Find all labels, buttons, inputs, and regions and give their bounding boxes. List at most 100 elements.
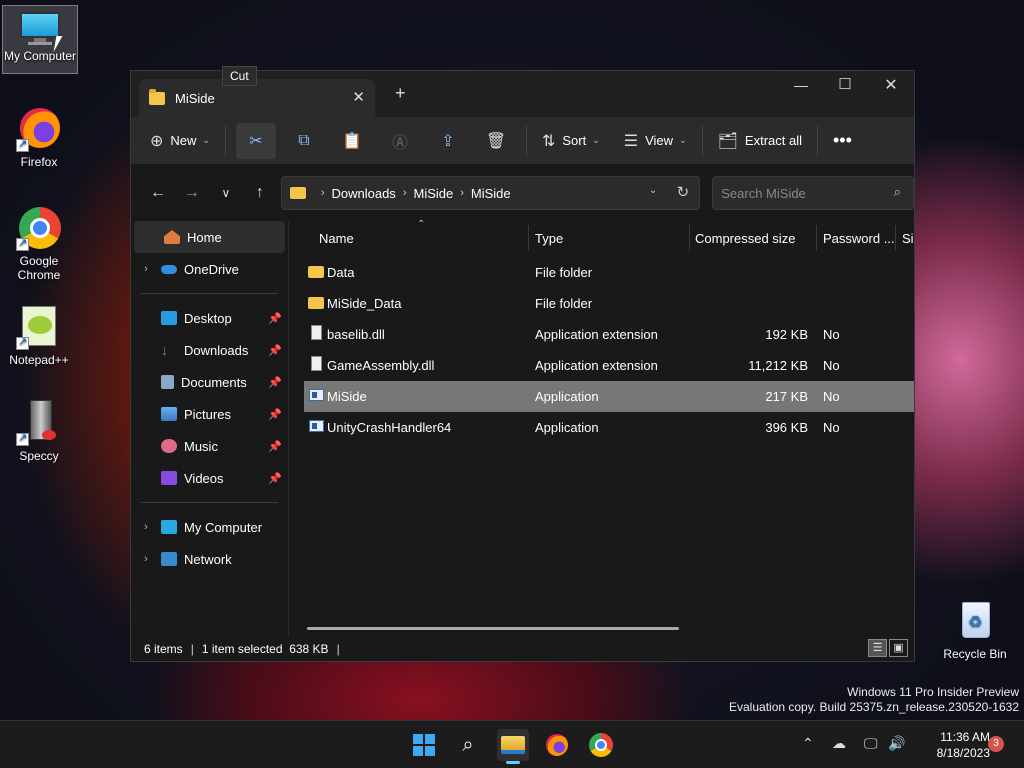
chevron-down-icon[interactable]: ⌄ bbox=[649, 185, 657, 196]
taskbar-firefox[interactable] bbox=[541, 729, 573, 761]
new-tab-button[interactable]: + bbox=[395, 83, 406, 104]
column-separator[interactable] bbox=[816, 225, 817, 251]
column-header-compressed-size[interactable]: Compressed size bbox=[695, 231, 795, 246]
file-row[interactable]: baselib.dll Application extension 192 KB… bbox=[289, 319, 914, 350]
minimize-button[interactable]: — bbox=[778, 77, 824, 93]
address-path[interactable]: › Downloads › MiSide › MiSide ⌄ ↻ bbox=[280, 176, 701, 210]
pin-icon: 📌 bbox=[268, 312, 282, 325]
breadcrumb-miside-current[interactable]: MiSide bbox=[471, 186, 511, 201]
firefox-icon bbox=[16, 106, 62, 152]
rename-button[interactable]: Ⓐ bbox=[380, 123, 420, 159]
copy-button[interactable]: ⧉ bbox=[284, 123, 324, 159]
view-lines-icon: ☰ bbox=[623, 132, 639, 150]
recent-locations-button[interactable]: ∨ bbox=[209, 186, 243, 200]
file-name: MiSide bbox=[327, 389, 367, 404]
chevron-right-icon[interactable]: › bbox=[131, 553, 161, 565]
up-button[interactable]: ↑ bbox=[243, 184, 277, 202]
file-name: baselib.dll bbox=[327, 327, 385, 342]
chevron-right-icon[interactable]: › bbox=[131, 263, 161, 275]
column-separator[interactable] bbox=[895, 225, 896, 251]
tab-miside[interactable]: MiSide ✕ bbox=[139, 79, 375, 117]
details-view-button[interactable]: ☰ bbox=[868, 639, 887, 657]
notification-badge[interactable]: 3 bbox=[988, 736, 1004, 752]
desktop-icon-my-computer[interactable]: My Computer bbox=[2, 5, 78, 74]
sidebar-item-pictures[interactable]: Pictures 📌 bbox=[131, 398, 288, 430]
new-button[interactable]: ⊕ New ⌄ bbox=[141, 123, 219, 159]
clock[interactable]: 11:36 AM 8/18/2023 bbox=[937, 729, 990, 761]
breadcrumb-miside[interactable]: MiSide bbox=[413, 186, 453, 201]
file-row[interactable]: GameAssembly.dll Application extension 1… bbox=[289, 350, 914, 381]
desktop-icon-firefox[interactable]: Firefox bbox=[1, 106, 77, 169]
volume-icon[interactable]: 🔊 bbox=[888, 735, 905, 752]
desktop-icon-speccy[interactable]: Speccy bbox=[1, 400, 77, 463]
start-button[interactable] bbox=[408, 729, 440, 761]
trash-icon: 🗑 bbox=[485, 132, 507, 150]
more-options-button[interactable]: ••• bbox=[824, 123, 861, 159]
evaluation-watermark: Windows 11 Pro Insider Preview Evaluatio… bbox=[729, 685, 1019, 715]
tab-close-icon[interactable]: ✕ bbox=[352, 88, 365, 106]
search-box[interactable]: Search MiSide ⌕ bbox=[712, 176, 914, 210]
sidebar-item-videos[interactable]: Videos 📌 bbox=[131, 462, 288, 494]
close-button[interactable]: ✕ bbox=[868, 75, 914, 95]
file-compressed-size: 217 KB bbox=[765, 389, 808, 404]
sidebar-item-home[interactable]: Home bbox=[134, 221, 285, 253]
dll-file-icon bbox=[311, 356, 322, 371]
search-input[interactable]: Search MiSide bbox=[721, 186, 806, 201]
chrome-icon bbox=[589, 733, 613, 757]
column-header-type[interactable]: Type bbox=[535, 231, 563, 246]
selection-info: 1 item selected 638 KB bbox=[201, 641, 329, 656]
taskbar-chrome[interactable] bbox=[585, 729, 617, 761]
clipboard-icon: 📋 bbox=[342, 132, 362, 150]
sidebar-item-downloads[interactable]: ↓ Downloads 📌 bbox=[131, 334, 288, 366]
cut-button[interactable]: ✂ bbox=[235, 122, 276, 159]
share-button[interactable]: ⇪ bbox=[428, 123, 468, 159]
breadcrumb-downloads[interactable]: Downloads bbox=[331, 186, 395, 201]
tiles-view-button[interactable]: ▣ bbox=[889, 639, 908, 657]
watermark-line: Windows 11 Pro Insider Preview bbox=[847, 685, 1019, 699]
forward-button[interactable]: → bbox=[175, 184, 209, 202]
maximize-button[interactable]: ☐ bbox=[822, 75, 868, 93]
speccy-icon bbox=[16, 400, 62, 446]
sidebar-item-music[interactable]: Music 📌 bbox=[131, 430, 288, 462]
column-header-name[interactable]: Name bbox=[319, 231, 354, 246]
delete-button[interactable]: 🗑 bbox=[476, 123, 516, 159]
network-status-icon[interactable]: 🖵 bbox=[864, 735, 878, 752]
desktop-icon-chrome[interactable]: Google Chrome bbox=[1, 205, 77, 282]
file-type: Application extension bbox=[535, 327, 658, 342]
file-row[interactable]: Data File folder bbox=[289, 257, 914, 288]
desktop-icon-notepadpp[interactable]: Notepad++ bbox=[1, 304, 77, 367]
desktop-icon-recycle-bin[interactable]: ♻ Recycle Bin bbox=[937, 598, 1013, 661]
column-separator[interactable] bbox=[689, 225, 690, 251]
sidebar-item-my-computer[interactable]: › My Computer bbox=[131, 511, 288, 543]
sort-button[interactable]: ⇅ Sort ⌄ bbox=[533, 123, 609, 159]
paste-button[interactable]: 📋 bbox=[332, 123, 372, 159]
cloud-offline-icon[interactable]: ☁ bbox=[832, 735, 846, 752]
sidebar-item-network[interactable]: › Network bbox=[131, 543, 288, 575]
sidebar-item-label: Pictures bbox=[184, 406, 231, 422]
sidebar-item-documents[interactable]: Documents 📌 bbox=[131, 366, 288, 398]
taskbar-file-explorer[interactable] bbox=[497, 729, 529, 764]
view-button[interactable]: ☰ View ⌄ bbox=[615, 123, 696, 159]
column-separator[interactable] bbox=[528, 225, 529, 251]
chevron-right-icon[interactable]: › bbox=[131, 521, 161, 533]
file-row-selected[interactable]: MiSide Application 217 KB No bbox=[304, 381, 914, 412]
show-hidden-icons-button[interactable]: ⌃ bbox=[802, 735, 814, 752]
application-icon bbox=[309, 389, 324, 401]
file-row[interactable]: UnityCrashHandler64 Application 396 KB N… bbox=[289, 412, 914, 443]
network-icon bbox=[161, 552, 177, 566]
refresh-icon[interactable]: ↻ bbox=[677, 183, 690, 201]
extract-all-button[interactable]: 🗂 Extract all bbox=[709, 123, 811, 159]
file-row[interactable]: MiSide_Data File folder bbox=[289, 288, 914, 319]
horizontal-scrollbar[interactable] bbox=[307, 627, 679, 630]
toolbar-divider bbox=[525, 125, 527, 156]
search-button[interactable]: ⌕ bbox=[452, 729, 484, 761]
sidebar-divider bbox=[141, 502, 278, 503]
sidebar-item-desktop[interactable]: Desktop 📌 bbox=[131, 302, 288, 334]
back-button[interactable]: ← bbox=[141, 184, 175, 202]
column-header-size[interactable]: Si bbox=[902, 231, 914, 246]
sidebar-item-onedrive[interactable]: › OneDrive bbox=[131, 253, 288, 285]
sort-ascending-icon: ⌃ bbox=[417, 219, 426, 230]
column-header-password[interactable]: Password ... bbox=[823, 231, 895, 246]
file-name: UnityCrashHandler64 bbox=[327, 420, 452, 435]
file-password: No bbox=[823, 358, 840, 373]
